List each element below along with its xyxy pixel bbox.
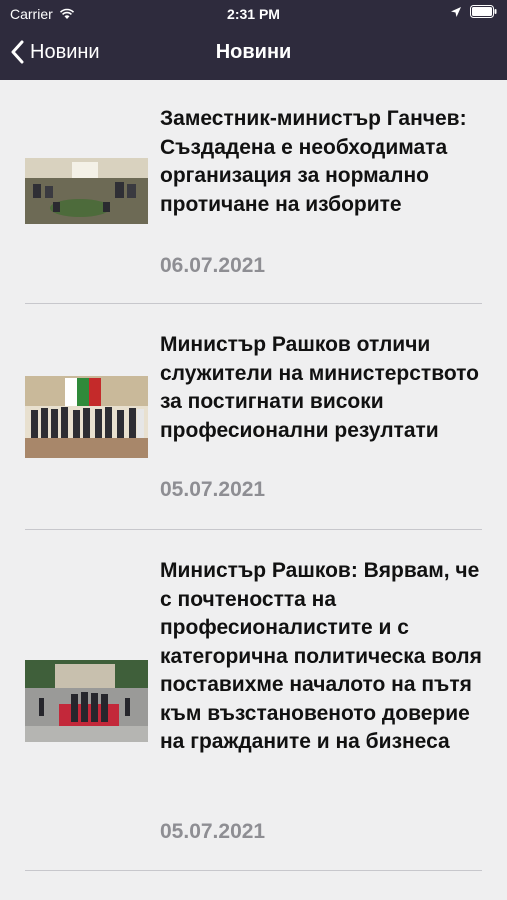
separator <box>25 529 482 530</box>
news-date: 05.07.2021 <box>160 478 266 501</box>
navigation-bar: Новини Новини <box>0 28 507 80</box>
status-right <box>450 5 497 18</box>
news-title: Министър Рашков отличи служители на мини… <box>160 333 479 442</box>
news-thumbnail <box>25 376 148 458</box>
separator <box>25 303 482 304</box>
separator <box>25 870 482 871</box>
page-title: Новини <box>215 41 292 63</box>
battery-icon <box>470 5 497 18</box>
clock: 2:31 PM <box>227 6 280 22</box>
news-thumbnail <box>25 660 148 742</box>
news-title: Министър Рашков: Вярвам, че с почтеностт… <box>160 559 482 753</box>
location-icon <box>451 6 461 17</box>
news-thumbnail <box>25 158 148 224</box>
news-date: 05.07.2021 <box>160 820 266 843</box>
status-bar: Carrier 2:31 PM <box>0 0 507 28</box>
news-list: Заместник-министър Ганчев: Създадена е н… <box>0 80 507 900</box>
news-date: 06.07.2021 <box>160 254 266 277</box>
news-title: Заместник-министър Ганчев: Създадена е н… <box>160 107 467 216</box>
